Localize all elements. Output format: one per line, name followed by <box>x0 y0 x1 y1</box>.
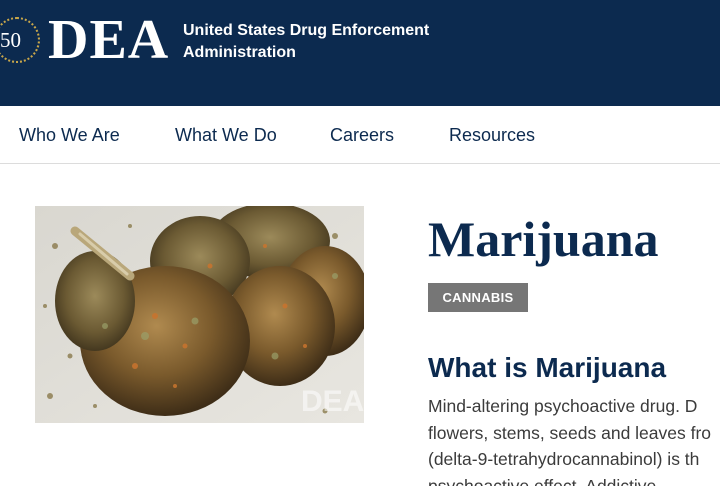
section-heading: What is Marijuana <box>428 352 667 383</box>
marijuana-photo: DEA <box>35 206 364 423</box>
agency-name-line-2: Administration <box>183 44 296 61</box>
body-line: flowers, stems, seeds and leaves fro <box>428 422 712 443</box>
nav-what-we-do[interactable]: What We Do <box>175 124 277 146</box>
article-body: Mind-altering psychoactive drug. D flowe… <box>428 393 720 486</box>
dea-logo[interactable]: DEA <box>48 8 169 72</box>
body-line: (delta-9-tetrahydrocannabinol) is th <box>428 449 700 469</box>
marijuana-buds-image: DEA <box>35 206 364 423</box>
main-navigation: Who We Are What We Do Careers Resources <box>0 106 720 164</box>
nav-careers[interactable]: Careers <box>330 124 394 146</box>
anniversary-seal-icon: 50 <box>0 17 40 63</box>
agency-name-line-1: United States Drug Enforcement <box>183 22 430 39</box>
site-header: 50 DEA United States Drug Enforcement Ad… <box>0 0 720 106</box>
body-line: Mind-altering psychoactive drug. D <box>428 396 698 416</box>
category-tag[interactable]: CANNABIS <box>428 283 528 312</box>
agency-name[interactable]: United States Drug Enforcement Administr… <box>183 20 443 64</box>
seal-text: 50 <box>0 28 21 52</box>
nav-who-we-are[interactable]: Who We Are <box>19 124 120 146</box>
nav-resources[interactable]: Resources <box>449 124 535 146</box>
page-title: Marijuana <box>428 211 659 267</box>
body-line: psychoactive effect. Addictive <box>428 475 657 486</box>
image-watermark: DEA <box>301 385 364 418</box>
